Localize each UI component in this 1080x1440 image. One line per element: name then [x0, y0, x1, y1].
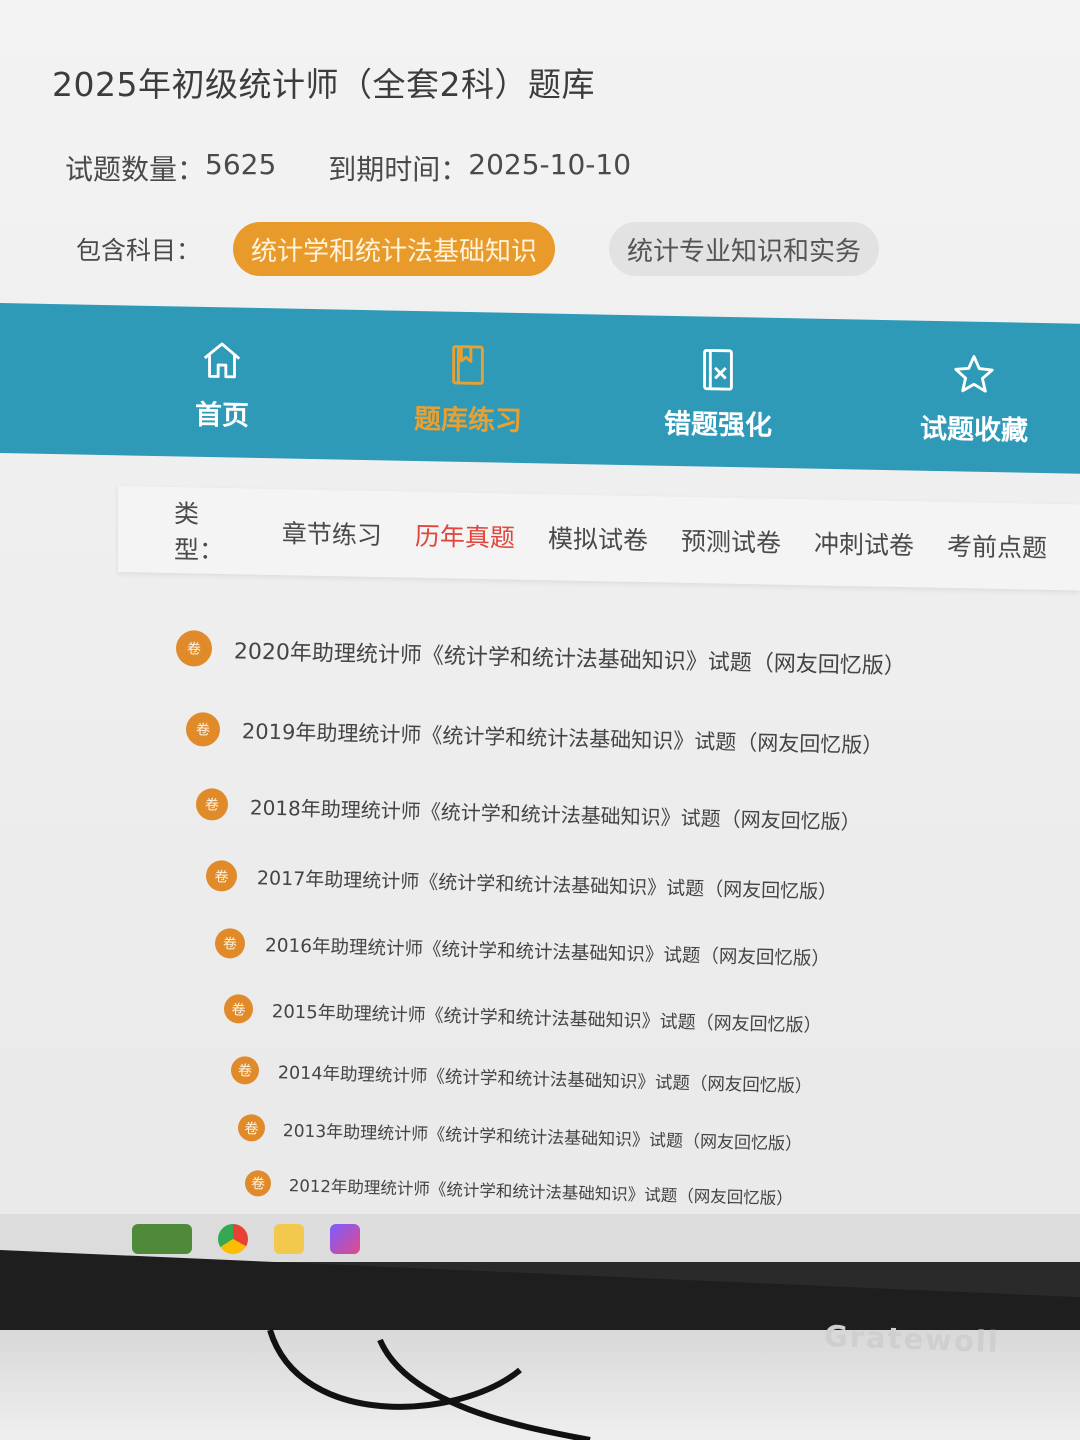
type-filter-bar: 类型： 章节练习 历年真题 模拟试卷 预测试卷 冲刺试卷 考前点题	[118, 486, 1080, 591]
exam-title: 2018年助理统计师《统计学和统计法基础知识》试题（网友回忆版）	[249, 794, 861, 834]
subjects-label: 包含科目：	[76, 236, 202, 265]
list-item[interactable]: 卷 2017年助理统计师《统计学和统计法基础知识》试题（网友回忆版）	[205, 860, 838, 906]
list-item[interactable]: 卷 2019年助理统计师《统计学和统计法基础知识》试题（网友回忆版）	[185, 712, 884, 762]
type-tab-chapter[interactable]: 章节练习	[282, 514, 382, 552]
monitor-screen: 2025年初级统计师（全套2科）题库 试题数量： 5625 到期时间： 2025…	[0, 0, 1080, 1262]
exam-title: 2016年助理统计师《统计学和统计法基础知识》试题（网友回忆版）	[264, 935, 831, 971]
paper-badge: 卷	[230, 1056, 260, 1085]
star-icon	[954, 355, 994, 393]
paper-badge: 卷	[244, 1170, 272, 1197]
type-label: 类型：	[174, 499, 225, 566]
plant-wallpaper-icon	[132, 1224, 192, 1254]
paper-badge: 卷	[223, 994, 254, 1024]
exam-title: 2014年助理统计师《统计学和统计法基础知识》试题（网友回忆版）	[277, 1062, 813, 1097]
exam-title: 2012年助理统计师《统计学和统计法基础知识》试题（网友回忆版）	[288, 1176, 794, 1209]
list-item[interactable]: 卷 2020年助理统计师《统计学和统计法基础知识》试题（网友回忆版）	[175, 630, 907, 683]
main-nav: 首页 题库练习 错题强化 试题收藏	[0, 303, 1080, 474]
question-count: 试题数量： 5625	[65, 148, 276, 188]
question-count-label: 试题数量：	[65, 153, 206, 186]
type-tab-sprint[interactable]: 冲刺试卷	[814, 524, 914, 562]
book-icon	[452, 345, 484, 385]
page-title: 2025年初级统计师（全套2科）题库	[52, 65, 595, 104]
subjects-row: 包含科目： 统计学和统计法基础知识 统计专业知识和实务	[76, 222, 933, 276]
list-item[interactable]: 卷 2016年助理统计师《统计学和统计法基础知识》试题（网友回忆版）	[214, 928, 831, 973]
nav-question-bank-label: 题库练习	[414, 403, 522, 438]
list-item[interactable]: 卷 2012年助理统计师《统计学和统计法基础知识》试题（网友回忆版）	[244, 1170, 794, 1210]
paper-badge: 卷	[237, 1114, 266, 1142]
meta-row: 试题数量： 5625 到期时间： 2025-10-10	[65, 148, 631, 188]
list-item[interactable]: 卷 2014年助理统计师《统计学和统计法基础知识》试题（网友回忆版）	[230, 1056, 813, 1099]
type-tab-past-exams[interactable]: 历年真题	[415, 517, 515, 555]
exam-title: 2020年助理统计师《统计学和统计法基础知识》试题（网友回忆版）	[233, 639, 907, 680]
list-item[interactable]: 卷 2013年助理统计师《统计学和统计法基础知识》试题（网友回忆版）	[237, 1114, 803, 1156]
nav-question-bank[interactable]: 题库练习	[368, 340, 568, 439]
nav-home[interactable]: 首页	[122, 335, 322, 434]
paper-badge: 卷	[205, 860, 238, 892]
exam-title: 2019年助理统计师《统计学和统计法基础知识》试题（网友回忆版）	[241, 719, 884, 758]
browser-icon[interactable]	[218, 1224, 248, 1254]
os-taskbar	[0, 1214, 1080, 1262]
paper-badge: 卷	[195, 788, 229, 821]
expiry-label: 到期时间：	[328, 153, 469, 186]
app-icon[interactable]	[330, 1224, 360, 1254]
nav-favorites[interactable]: 试题收藏	[874, 350, 1074, 449]
paper-badge: 卷	[175, 630, 213, 667]
nav-favorites-label: 试题收藏	[920, 413, 1028, 447]
paper-badge: 卷	[185, 712, 221, 747]
home-icon	[203, 342, 241, 379]
nav-wrong-questions-label: 错题强化	[664, 408, 772, 442]
folder-icon[interactable]	[274, 1224, 304, 1254]
type-tab-predict[interactable]: 预测试卷	[681, 522, 781, 560]
cable-decoration	[267, 1329, 591, 1440]
list-item[interactable]: 卷 2015年助理统计师《统计学和统计法基础知识》试题（网友回忆版）	[223, 994, 822, 1039]
paper-badge: 卷	[214, 928, 246, 959]
list-item[interactable]: 卷 2018年助理统计师《统计学和统计法基础知识》试题（网友回忆版）	[195, 788, 861, 836]
expiry-value: 2025-10-10	[468, 148, 632, 181]
type-tab-final-tips[interactable]: 考前点题	[947, 527, 1047, 565]
monitor-brand: Gratewoll	[823, 1318, 1001, 1360]
type-tab-mock[interactable]: 模拟试卷	[548, 519, 648, 557]
exam-title: 2017年助理统计师《统计学和统计法基础知识》试题（网友回忆版）	[256, 867, 838, 904]
subject-chip-stats-basics[interactable]: 统计学和统计法基础知识	[233, 222, 556, 276]
question-count-value: 5625	[205, 148, 277, 181]
expiry: 到期时间： 2025-10-10	[328, 148, 631, 188]
wrong-doc-icon	[703, 348, 733, 391]
exam-title: 2015年助理统计师《统计学和统计法基础知识》试题（网友回忆版）	[271, 1000, 822, 1037]
nav-home-label: 首页	[195, 399, 249, 432]
subject-chip-stats-practice[interactable]: 统计专业知识和实务	[609, 222, 880, 276]
nav-wrong-questions[interactable]: 错题强化	[618, 345, 818, 444]
exam-title: 2013年助理统计师《统计学和统计法基础知识》试题（网友回忆版）	[282, 1121, 803, 1155]
